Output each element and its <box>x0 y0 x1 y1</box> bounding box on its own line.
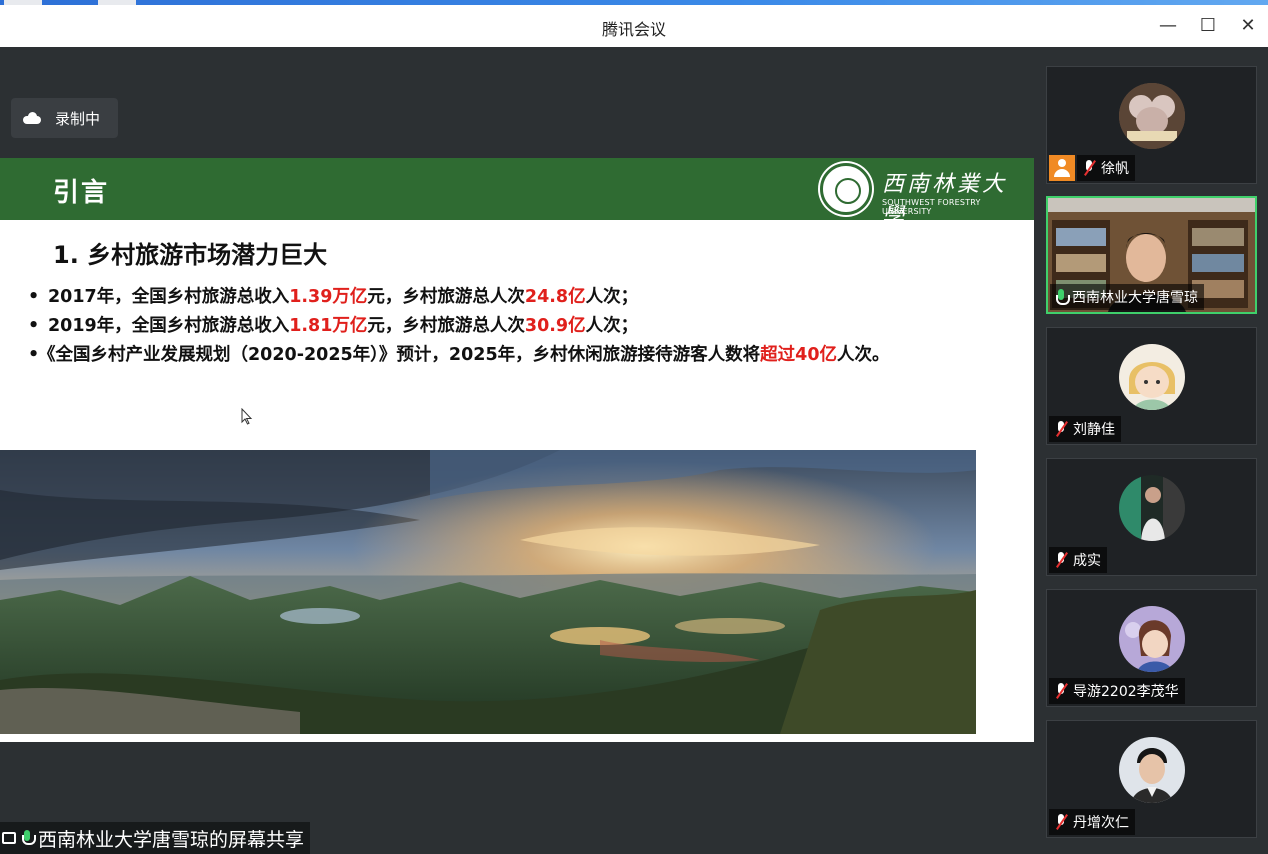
title-bar-accent <box>0 0 1268 5</box>
maximize-button[interactable]: ☐ <box>1195 12 1221 38</box>
participant-tile[interactable]: 导游2202李茂华 <box>1046 589 1257 707</box>
minimize-button[interactable]: — <box>1155 12 1181 38</box>
slide-heading: 1. 乡村旅游市场潜力巨大 <box>53 241 328 269</box>
highlight-figure: 超过40亿 <box>760 345 837 365</box>
university-seal-icon <box>820 163 872 215</box>
landscape-photo <box>0 450 976 734</box>
close-button[interactable]: ✕ <box>1235 12 1261 38</box>
mic-muted-icon <box>1081 159 1097 177</box>
participant-tile[interactable]: 丹增次仁 <box>1046 720 1257 838</box>
participant-avatar <box>1119 737 1185 803</box>
taskbar-tab[interactable] <box>98 0 136 5</box>
microphone-icon <box>22 830 36 846</box>
bullet-text: 2017年，全国乡村旅游总收入 <box>48 287 290 307</box>
highlight-figure: 1.39万亿 <box>289 287 368 307</box>
title-bar: 腾讯会议 — ☐ ✕ <box>0 0 1268 47</box>
highlight-figure: 24.8亿 <box>524 287 586 307</box>
recording-label: 录制中 <box>55 109 101 128</box>
participant-name: 西南林业大学唐雪琼 <box>1072 290 1198 306</box>
mic-muted-icon <box>1053 420 1069 438</box>
participant-name-tag: 西南林业大学唐雪琼 <box>1050 284 1204 310</box>
highlight-figure: 30.9亿 <box>524 316 586 336</box>
university-logo: 西南林業大學 SOUTHWEST FORESTRY UNIVERSITY <box>820 158 1030 229</box>
participant-avatar <box>1119 344 1185 410</box>
bullet-item: • 2019年，全国乡村旅游总收入1.81万亿元，乡村旅游总人次30.9亿人次； <box>28 312 1028 341</box>
participant-name-tag: 丹增次仁 <box>1049 809 1135 835</box>
mic-muted-icon <box>1053 551 1069 569</box>
participant-name: 徐帆 <box>1101 161 1129 177</box>
bullet-text: 2019年，全国乡村旅游总收入 <box>48 316 290 336</box>
participant-name: 导游2202李茂华 <box>1073 684 1179 700</box>
participant-avatar <box>1119 475 1185 541</box>
bullet-dot: • <box>28 287 40 307</box>
slide-header: 引言 西南林業大學 SOUTHWEST FORESTRY UNIVERSITY <box>0 158 1034 229</box>
participant-name-tag: 导游2202李茂华 <box>1049 678 1185 704</box>
bullet-text: 人次。 <box>837 345 890 365</box>
participant-tile[interactable]: 西南林业大学唐雪琼 <box>1046 196 1257 314</box>
recording-badge[interactable]: 录制中 <box>11 98 118 138</box>
participant-avatar <box>1119 606 1185 672</box>
participant-name-tag: 刘静佳 <box>1049 416 1121 442</box>
participant-tile[interactable]: 刘静佳 <box>1046 327 1257 445</box>
participant-name: 刘静佳 <box>1073 422 1115 438</box>
bullet-text: 元，乡村旅游总人次 <box>367 287 525 307</box>
logo-english-name: SOUTHWEST FORESTRY UNIVERSITY <box>882 198 981 216</box>
presentation-slide: 引言 西南林業大學 SOUTHWEST FORESTRY UNIVERSITY … <box>0 158 1034 742</box>
screen-share-label: 西南林业大学唐雪琼的屏幕共享 <box>0 822 311 854</box>
screen-share-icon <box>2 832 16 844</box>
participant-tile[interactable]: 成实 <box>1046 458 1257 576</box>
mic-muted-icon <box>1053 813 1069 831</box>
bullet-text: 人次； <box>585 316 639 336</box>
taskbar-tab[interactable] <box>4 0 42 5</box>
window-title: 腾讯会议 <box>601 20 666 39</box>
participant-tile[interactable]: 徐帆 <box>1046 66 1257 184</box>
bullet-item: • 2017年，全国乡村旅游总收入1.39万亿元，乡村旅游总人次24.8亿人次； <box>28 283 1028 312</box>
cloud-icon <box>23 112 41 124</box>
bullet-dot: • <box>28 316 40 336</box>
participant-sidebar: 徐帆 西南林业大学唐雪琼 刘静佳 成实 导游2202李茂华 丹增次仁 <box>1034 47 1268 854</box>
slide-header-title: 引言 <box>53 178 110 208</box>
bullet-item: •《全国乡村产业发展规划（2020-2025年）》预计，2025年，乡村休闲旅游… <box>28 341 1028 370</box>
shared-screen-area: 录制中 引言 西南林業大學 SOUTHWEST FORESTRY UNIVERS… <box>0 47 1034 854</box>
highlight-figure: 1.81万亿 <box>289 316 368 336</box>
screen-share-text: 西南林业大学唐雪琼的屏幕共享 <box>38 828 305 851</box>
bullet-text: 元，乡村旅游总人次 <box>367 316 525 336</box>
bullet-list: • 2017年，全国乡村旅游总收入1.39万亿元，乡村旅游总人次24.8亿人次； •… <box>28 283 1028 370</box>
mic-muted-icon <box>1053 682 1069 700</box>
participant-avatar <box>1119 83 1185 149</box>
bullet-text: 人次； <box>585 287 639 307</box>
participant-name-tag: 徐帆 <box>1077 155 1135 181</box>
bullet-text: 《全国乡村产业发展规划（2020-2025年）》预计，2025年，乡村休闲旅游接… <box>38 345 761 365</box>
mic-active-icon <box>1054 288 1070 306</box>
host-icon <box>1049 155 1075 181</box>
participant-name: 丹增次仁 <box>1073 815 1129 831</box>
participant-name-tag: 成实 <box>1049 547 1107 573</box>
participant-name: 成实 <box>1073 553 1101 569</box>
bullet-dot: • <box>28 345 40 365</box>
